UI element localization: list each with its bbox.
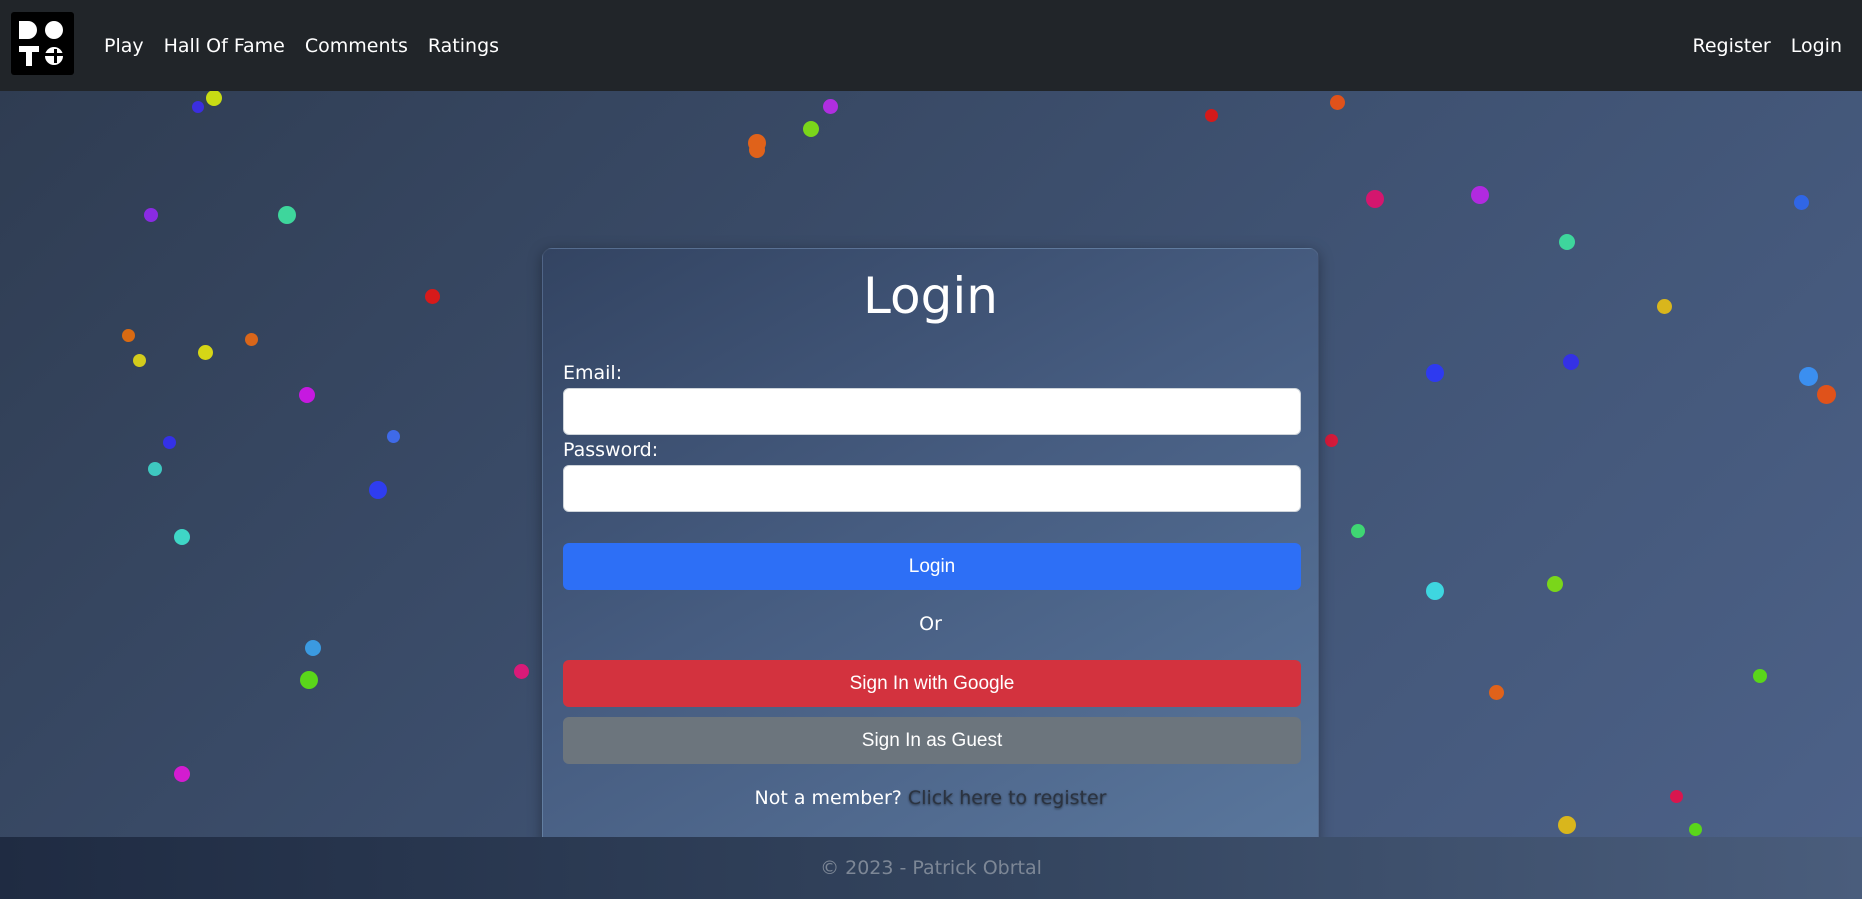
background-dot — [822, 98, 838, 114]
or-divider-text: Or — [919, 613, 942, 635]
nav-auth-links: Register Login — [1693, 0, 1843, 91]
background-dot — [749, 142, 765, 158]
background-dot — [206, 91, 222, 106]
background-dot — [299, 387, 315, 403]
login-card: Login Email: Password: Login Or Sign In … — [542, 248, 1319, 837]
background-dot — [1793, 194, 1809, 210]
background-dot — [1669, 789, 1683, 803]
password-label: Password: — [563, 439, 659, 461]
background-dot — [1563, 354, 1579, 370]
background-dot — [1798, 366, 1818, 386]
background-dot — [174, 766, 190, 782]
dots-logo-icon — [19, 21, 64, 66]
background-dot — [1471, 186, 1489, 204]
background-dot — [197, 344, 213, 360]
navbar: Play Hall Of Fame Comments Ratings Regis… — [0, 0, 1862, 91]
nav-hall-of-fame-link[interactable]: Hall Of Fame — [164, 35, 285, 57]
register-link[interactable]: Click here to register — [908, 787, 1107, 809]
background-dot — [174, 529, 190, 545]
background-dot — [1547, 576, 1563, 592]
background-dot — [300, 671, 318, 689]
background-dot — [144, 208, 158, 222]
email-input[interactable] — [563, 388, 1301, 435]
background-dot — [1816, 384, 1836, 404]
register-prompt-text: Not a member? — [754, 787, 902, 809]
email-label: Email: — [563, 362, 623, 384]
background-dot — [132, 353, 146, 367]
nav-play-link[interactable]: Play — [104, 35, 144, 57]
background-dot — [162, 435, 176, 449]
login-submit-button[interactable]: Login — [563, 543, 1301, 590]
background-dot — [1324, 433, 1338, 447]
background-dot — [148, 462, 162, 476]
background-dot — [1204, 108, 1218, 122]
nav-register-link[interactable]: Register — [1693, 35, 1771, 57]
footer: © 2023 - Patrick Obrtal — [0, 837, 1862, 899]
background-dot — [1366, 190, 1384, 208]
background-dot — [278, 206, 296, 224]
background-dot — [1753, 669, 1767, 683]
register-prompt: Not a member? Click here to register — [543, 787, 1318, 809]
background-dot — [1351, 524, 1365, 538]
background-dot — [305, 640, 321, 656]
background-dot — [1688, 822, 1702, 836]
guest-sign-in-button[interactable]: Sign In as Guest — [563, 717, 1301, 764]
google-sign-in-button[interactable]: Sign In with Google — [563, 660, 1301, 707]
nav-comments-link[interactable]: Comments — [305, 35, 408, 57]
password-input[interactable] — [563, 465, 1301, 512]
background-dot — [369, 481, 387, 499]
nav-main-links: Play Hall Of Fame Comments Ratings — [104, 0, 499, 91]
background-dot — [1426, 582, 1444, 600]
main-area: Login Email: Password: Login Or Sign In … — [0, 91, 1862, 837]
background-dot — [1488, 684, 1504, 700]
background-dot — [1329, 94, 1345, 110]
background-dot — [244, 332, 258, 346]
background-dot — [513, 663, 529, 679]
background-dot — [121, 328, 135, 342]
dots-logo[interactable] — [11, 12, 74, 75]
background-dot — [1559, 234, 1575, 250]
background-dot — [386, 429, 400, 443]
background-dot — [1558, 816, 1576, 834]
background-dot — [1426, 364, 1444, 382]
background-dot — [424, 288, 440, 304]
nav-ratings-link[interactable]: Ratings — [428, 35, 499, 57]
footer-copyright: © 2023 - Patrick Obrtal — [820, 857, 1042, 879]
background-dot — [192, 101, 204, 113]
background-dot — [1656, 298, 1672, 314]
background-dot — [803, 121, 819, 137]
login-title: Login — [863, 267, 998, 325]
nav-login-link[interactable]: Login — [1791, 35, 1842, 57]
